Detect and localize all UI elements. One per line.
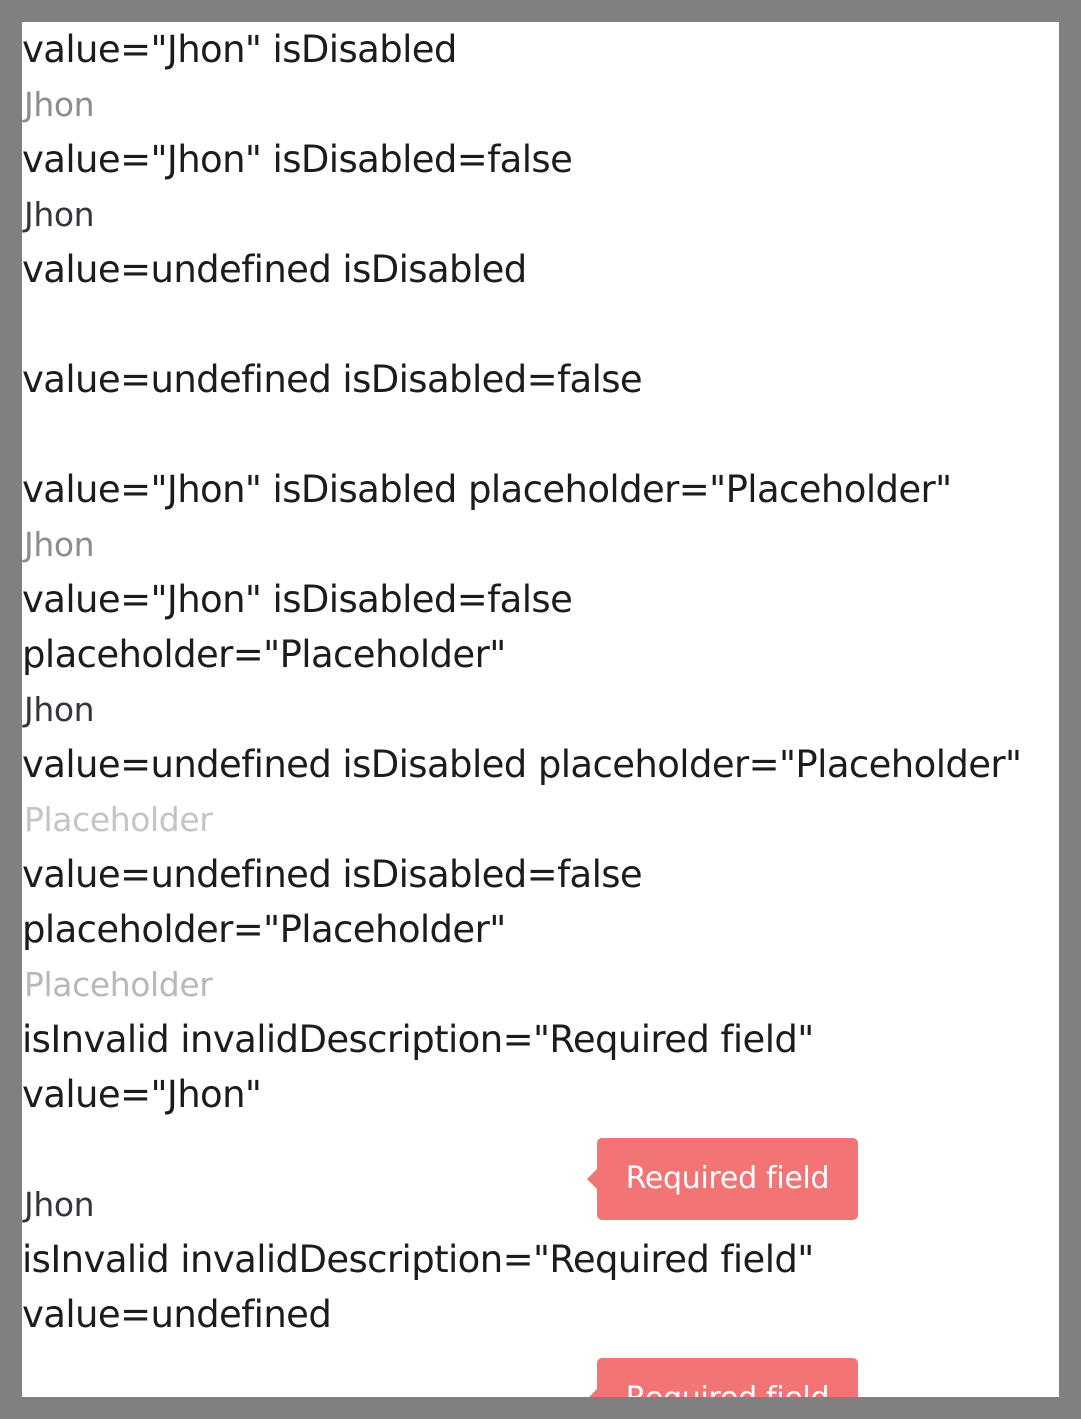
text-field-disabled: Jhon	[24, 85, 95, 124]
text-field-invalid[interactable]: Jhon Required field	[22, 1122, 1059, 1232]
case-empty-enabled-placeholder: value=undefined isDisabled=false placeho…	[22, 847, 1059, 1012]
case-label: value="Jhon" isDisabled=false	[22, 138, 573, 181]
case-invalid-value: isInvalid invalidDescription="Required f…	[22, 1012, 1059, 1232]
case-empty-enabled: value=undefined isDisabled=false	[22, 352, 1059, 462]
case-label: value="Jhon" isDisabled placeholder="Pla…	[22, 468, 952, 511]
case-invalid-empty: isInvalid invalidDescription="Required f…	[22, 1232, 1059, 1397]
text-field-disabled: Jhon	[24, 525, 95, 564]
text-field-disabled	[22, 297, 1059, 352]
text-field[interactable]: Jhon	[22, 682, 1059, 737]
case-label: isInvalid invalidDescription="Required f…	[22, 1238, 814, 1336]
invalid-tooltip: Required field	[587, 1138, 858, 1220]
field-value: Jhon	[24, 1185, 95, 1224]
text-field-invalid[interactable]: Required field	[22, 1342, 1059, 1397]
invalid-tooltip: Required field	[587, 1358, 858, 1397]
case-empty-disabled: value=undefined isDisabled	[22, 242, 1059, 352]
demo-canvas: value="Jhon" isDisabled Jhon value="Jhon…	[22, 22, 1059, 1397]
case-label: value=undefined isDisabled=false placeho…	[22, 853, 643, 951]
case-label: value="Jhon" isDisabled=false placeholde…	[22, 578, 573, 676]
case-value-enabled: value="Jhon" isDisabled=false Jhon	[22, 132, 1059, 242]
case-empty-disabled-placeholder: value=undefined isDisabled placeholder="…	[22, 737, 1059, 847]
case-label: value="Jhon" isDisabled	[22, 28, 457, 71]
case-value-disabled: value="Jhon" isDisabled Jhon	[22, 22, 1059, 132]
text-field-placeholder[interactable]: Placeholder	[22, 957, 1059, 1012]
text-field-placeholder-disabled: Placeholder	[24, 800, 213, 839]
case-label: value=undefined isDisabled placeholder="…	[22, 743, 1022, 786]
case-label: value=undefined isDisabled	[22, 248, 527, 291]
text-field[interactable]: Jhon	[22, 187, 1059, 242]
case-value-enabled-placeholder: value="Jhon" isDisabled=false placeholde…	[22, 572, 1059, 737]
text-field[interactable]	[22, 407, 1059, 462]
case-label: value=undefined isDisabled=false	[22, 358, 643, 401]
case-value-disabled-placeholder: value="Jhon" isDisabled placeholder="Pla…	[22, 462, 1059, 572]
case-label: isInvalid invalidDescription="Required f…	[22, 1018, 814, 1116]
